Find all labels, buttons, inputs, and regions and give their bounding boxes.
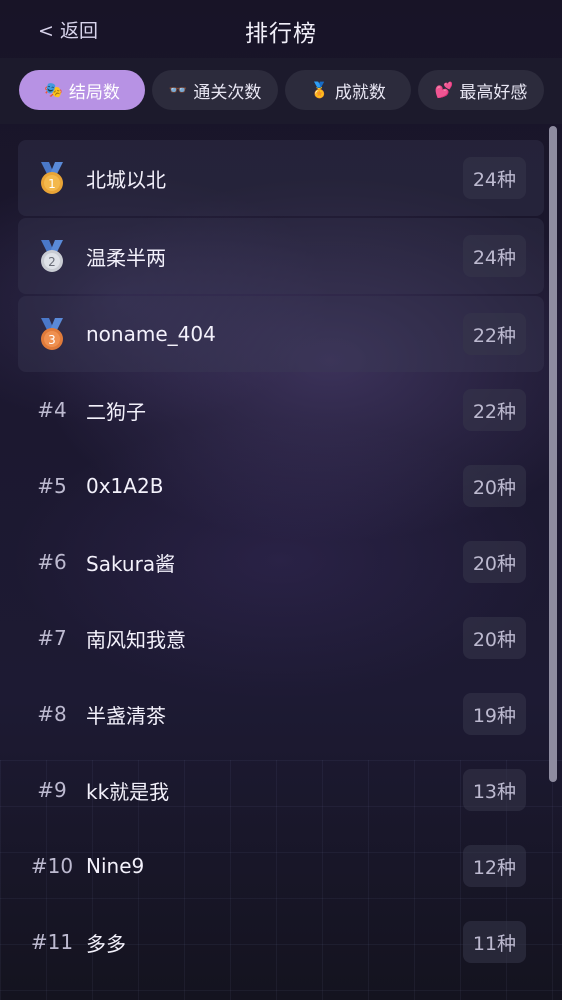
tab-label: 成就数 [334,82,386,103]
list-item[interactable]: 1 北城以北 24种 [18,140,544,216]
rank-medal: 1 [18,160,86,196]
endings-count: 19种 [462,693,526,735]
rank-medal: 2 [18,238,86,274]
list-item[interactable]: #7 南风知我意 20种 [18,600,544,676]
list-item[interactable]: #9 kk就是我 13种 [18,752,544,828]
player-name: 北城以北 [86,167,166,192]
player-name: 多多 [86,931,126,956]
player-name: 温柔半两 [86,245,166,270]
rank-number: #5 [37,474,67,498]
tab-bar: 🎭 结局数 👓 通关次数 🏅 成就数 💕 最高好感 [0,58,562,124]
hearts-icon: 💕 [434,81,454,99]
list-item[interactable]: #8 半盏清茶 19种 [18,676,544,752]
endings-count: 20种 [462,465,526,507]
header: < 返回 排行榜 [0,0,562,60]
bronze-medal-icon: 3 [41,318,63,350]
rank-number: #4 [37,398,67,422]
list-item[interactable]: 3 noname_404 22种 [18,296,544,372]
player-name: Sakura酱 [86,551,176,576]
list-item[interactable]: #10 Nine9 12种 [18,828,544,904]
player-name: noname_404 [86,322,216,346]
endings-count: 24种 [462,157,526,199]
rank-number: #10 [30,854,74,878]
rank-number: #9 [37,778,67,802]
list-item[interactable]: #11 多多 11种 [18,904,544,980]
medal-icon: 🏅 [310,81,329,99]
rank-number: #6 [37,550,67,574]
svg-text:3: 3 [48,333,56,347]
svg-text:1: 1 [48,177,56,191]
tab-label: 通关次数 [193,82,262,103]
endings-count: 20种 [462,617,526,659]
endings-count: 22种 [462,313,526,355]
tab-label: 结局数 [68,82,120,103]
list-item[interactable]: #6 Sakura酱 20种 [18,524,544,600]
player-name: 南风知我意 [86,627,186,652]
player-name: 0x1A2B [86,474,164,498]
list-item[interactable]: 2 温柔半两 24种 [18,218,544,294]
endings-count: 12种 [462,845,526,887]
rank-number: #11 [30,930,74,954]
svg-text:2: 2 [48,255,56,269]
endings-count: 24种 [462,235,526,277]
player-name: 半盏清茶 [86,703,166,728]
endings-count: 20种 [462,541,526,583]
endings-count: 11种 [462,921,526,963]
masks-icon: 🎭 [44,81,63,99]
list-item[interactable]: #4 二狗子 22种 [18,372,544,448]
page-title: 排行榜 [245,21,317,47]
list-item[interactable]: #5 0x1A2B 20种 [18,448,544,524]
glasses-icon: 👓 [168,81,188,99]
tab-label: 最高好感 [459,82,528,103]
endings-count: 13种 [462,769,526,811]
tab-clears[interactable]: 👓 通关次数 [152,70,278,110]
rank-medal: 3 [18,316,86,352]
player-name: Nine9 [86,854,145,878]
tab-achievements[interactable]: 🏅 成就数 [285,70,411,110]
scrollbar[interactable] [549,126,557,782]
gold-medal-icon: 1 [41,162,63,194]
rank-number: #7 [37,626,67,650]
player-name: kk就是我 [86,779,170,804]
endings-count: 22种 [462,389,526,431]
tab-affection[interactable]: 💕 最高好感 [418,70,544,110]
leaderboard-list: 1 北城以北 24种 2 温柔半两 24种 3 noname_404 22种 #… [18,140,544,980]
tab-endings[interactable]: 🎭 结局数 [19,70,145,110]
rank-number: #8 [37,702,67,726]
silver-medal-icon: 2 [41,240,63,272]
player-name: 二狗子 [86,399,146,424]
